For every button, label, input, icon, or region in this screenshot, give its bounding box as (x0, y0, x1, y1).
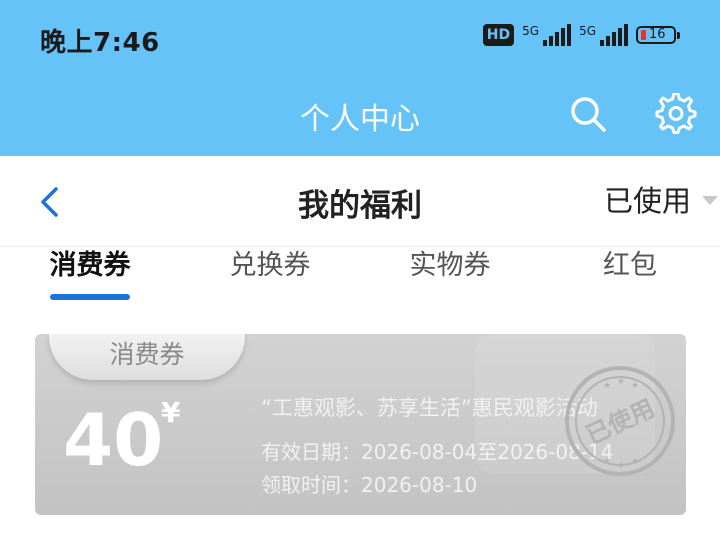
svg-text:★: ★ (631, 381, 639, 391)
coupon-card[interactable]: 消费券 40 ¥ “工惠观影、苏享生活”惠民观影活动 有效日期：2026-08-… (35, 334, 686, 515)
status-bar: 晚上7:46 HD 5G 5G 16 (0, 0, 720, 76)
used-stamp-icon: ★ ★ ★ ★ ★ ★ 已使用 (565, 366, 675, 476)
nav-bar: 我的福利 已使用 (0, 156, 720, 247)
tab-consumption-coupon[interactable]: 消费券 (20, 247, 160, 285)
active-tab-indicator (50, 294, 130, 300)
gear-icon (655, 93, 697, 134)
signal-icon: 5G (522, 24, 572, 46)
coupon-valid-period: 有效日期：2026-08-04至2026-08-14 (261, 440, 614, 464)
status-filter-dropdown[interactable]: 已使用 (604, 178, 691, 220)
coupon-title: “工惠观影、苏享生活”惠民观影活动 (261, 396, 598, 420)
settings-button[interactable] (652, 90, 700, 138)
search-button[interactable] (564, 90, 612, 138)
used-stamp-text: 已使用 (582, 394, 659, 450)
status-time: 晚上7:46 (40, 28, 160, 58)
coupon-tabs: 消费券 兑换券 实物券 红包 (0, 247, 720, 307)
svg-text:★: ★ (631, 457, 639, 467)
page-title: 个人中心 (300, 102, 420, 137)
coupon-claim-time: 领取时间：2026-08-10 (261, 473, 478, 497)
battery-icon: 16 (636, 26, 680, 44)
signal-icon-2: 5G (579, 24, 628, 46)
svg-text:★: ★ (617, 377, 625, 387)
tab-physical-coupon[interactable]: 实物券 (380, 247, 520, 285)
svg-text:★: ★ (603, 381, 611, 391)
hd-icon: HD (482, 24, 515, 46)
caret-down-icon (702, 196, 718, 205)
coupon-amount: 40 (63, 398, 164, 482)
status-indicators: HD 5G 5G 16 (482, 24, 680, 46)
svg-text:★: ★ (617, 461, 625, 471)
app-header: 个人中心 (0, 76, 720, 156)
tab-red-packet[interactable]: 红包 (560, 247, 700, 285)
search-icon (571, 97, 606, 132)
tab-exchange-coupon[interactable]: 兑换券 (200, 247, 340, 285)
svg-text:★: ★ (603, 457, 611, 467)
coupon-type-tag: 消费券 (49, 334, 245, 380)
currency-symbol: ¥ (161, 396, 181, 429)
